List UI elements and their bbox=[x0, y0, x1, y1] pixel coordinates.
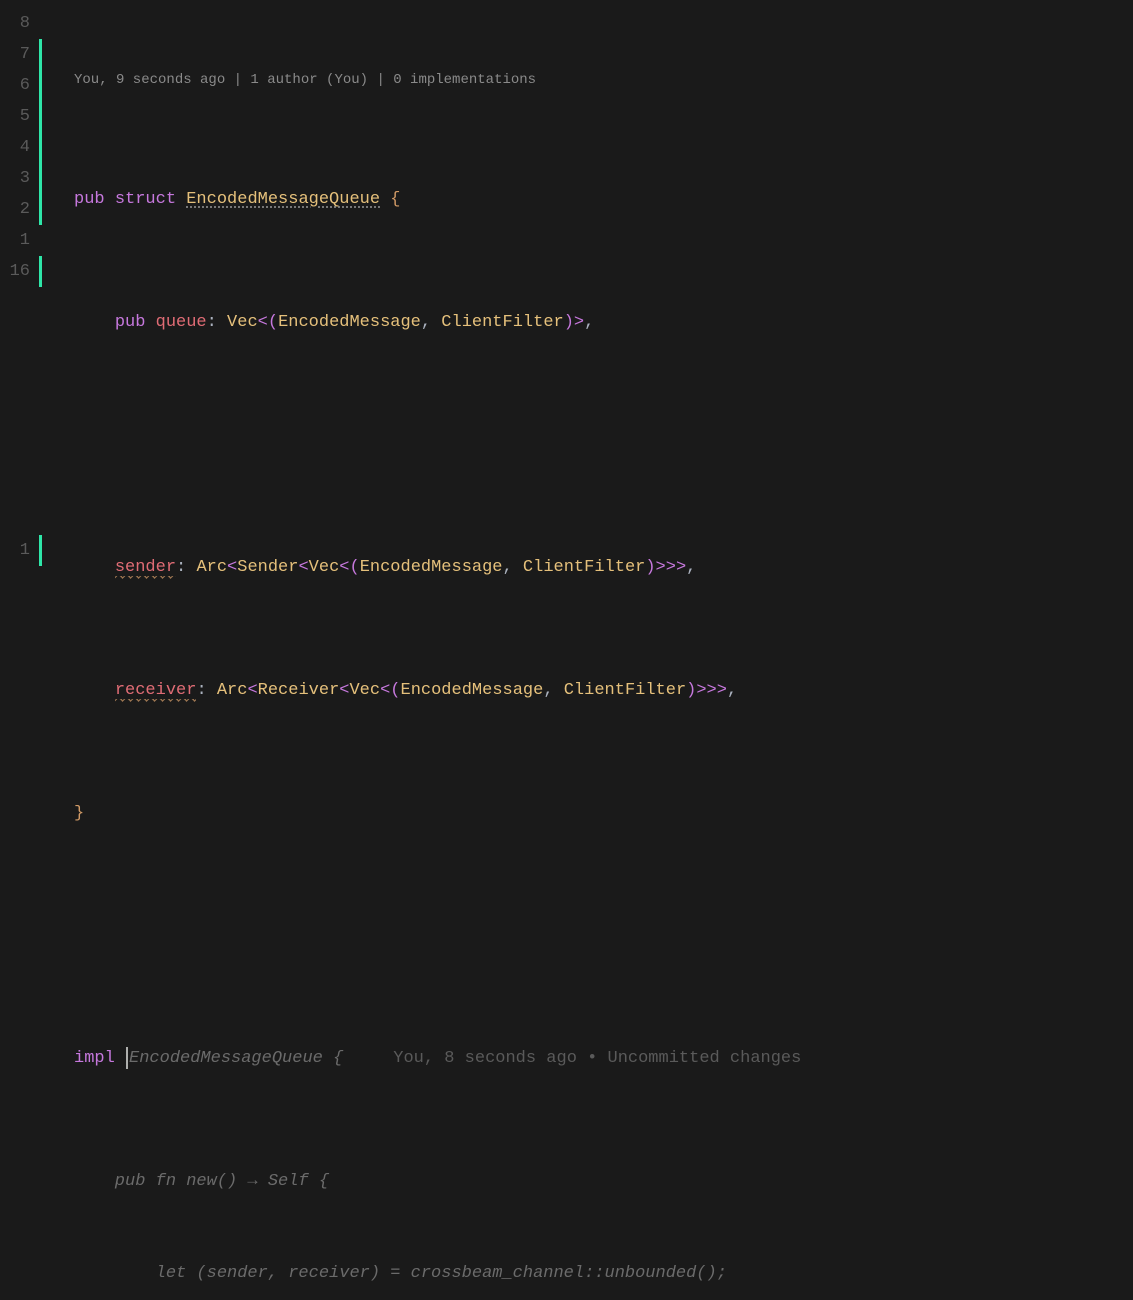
comma: , bbox=[727, 681, 737, 700]
marker-added bbox=[39, 101, 42, 132]
line-number bbox=[0, 349, 38, 380]
field-name: receiver bbox=[115, 681, 197, 702]
angle-open: <( bbox=[258, 313, 278, 332]
angle: < bbox=[247, 681, 257, 700]
code-line[interactable]: } bbox=[74, 798, 1133, 829]
type: ClientFilter bbox=[564, 681, 686, 700]
code-line[interactable] bbox=[74, 921, 1133, 952]
type: Receiver bbox=[258, 681, 340, 700]
line-number: 16 bbox=[0, 256, 38, 287]
paren: ) bbox=[686, 681, 696, 700]
code-line[interactable]: pub struct EncodedMessageQueue { bbox=[74, 184, 1133, 215]
code-area[interactable]: You, 9 seconds ago | 1 author (You) | 0 … bbox=[44, 0, 1133, 650]
comma: , bbox=[543, 681, 563, 700]
type: ClientFilter bbox=[441, 313, 563, 332]
marker-added bbox=[39, 132, 42, 163]
code-line[interactable]: sender: Arc<Sender<Vec<(EncodedMessage, … bbox=[74, 552, 1133, 583]
keyword-struct: struct bbox=[115, 190, 176, 209]
field-name: queue bbox=[156, 313, 207, 332]
line-number bbox=[0, 442, 38, 473]
keyword-pub: pub bbox=[115, 313, 146, 332]
line-number: 1 bbox=[0, 535, 38, 566]
marker bbox=[39, 287, 42, 318]
ghost-line: pub fn new() → Self { bbox=[74, 1166, 1133, 1197]
marker bbox=[39, 473, 42, 504]
line-number: 7 bbox=[0, 39, 38, 70]
line-number bbox=[0, 504, 38, 535]
line-number bbox=[0, 411, 38, 442]
line-number bbox=[0, 473, 38, 504]
line-number: 3 bbox=[0, 163, 38, 194]
type: Vec bbox=[349, 681, 380, 700]
angle-close: >>> bbox=[696, 681, 727, 700]
code-line[interactable]: receiver: Arc<Receiver<Vec<(EncodedMessa… bbox=[74, 675, 1133, 706]
type: EncodedMessage bbox=[360, 558, 503, 577]
ghost-text: EncodedMessageQueue { bbox=[129, 1049, 343, 1068]
colon: : bbox=[176, 558, 196, 577]
line-number: 4 bbox=[0, 132, 38, 163]
marker bbox=[39, 225, 42, 256]
type: EncodedMessage bbox=[401, 681, 544, 700]
marker bbox=[39, 380, 42, 411]
line-number: 5 bbox=[0, 101, 38, 132]
type: ClientFilter bbox=[523, 558, 645, 577]
angle: < bbox=[339, 681, 349, 700]
marker bbox=[39, 411, 42, 442]
colon: : bbox=[207, 313, 227, 332]
marker-added bbox=[39, 194, 42, 225]
line-number: 6 bbox=[0, 70, 38, 101]
angle: < bbox=[227, 558, 237, 577]
angle-open: <( bbox=[339, 558, 359, 577]
marker-added bbox=[39, 163, 42, 194]
keyword-pub: pub bbox=[74, 190, 105, 209]
marker bbox=[39, 349, 42, 380]
angle-open: <( bbox=[380, 681, 400, 700]
text-cursor bbox=[126, 1047, 128, 1069]
type: Vec bbox=[309, 558, 340, 577]
line-number bbox=[0, 318, 38, 349]
marker bbox=[39, 504, 42, 535]
inline-blame: You, 8 seconds ago • Uncommitted changes bbox=[343, 1049, 801, 1068]
marker-added bbox=[39, 70, 42, 101]
type: EncodedMessage bbox=[278, 313, 421, 332]
type: Vec bbox=[227, 313, 258, 332]
marker bbox=[39, 8, 42, 39]
paren: ) bbox=[645, 558, 655, 577]
codelens[interactable]: You, 9 seconds ago | 1 author (You) | 0 … bbox=[74, 69, 1133, 92]
line-number-gutter: 8 7 6 5 4 3 2 1 16 1 bbox=[0, 0, 38, 650]
line-number: 8 bbox=[0, 8, 38, 39]
angle: < bbox=[298, 558, 308, 577]
type: Arc bbox=[196, 558, 227, 577]
marker-added bbox=[39, 535, 42, 566]
ghost-line: let (sender, receiver) = crossbeam_chann… bbox=[74, 1258, 1133, 1289]
code-line[interactable]: impl EncodedMessageQueue {You, 8 seconds… bbox=[74, 1043, 1133, 1074]
code-editor[interactable]: 8 7 6 5 4 3 2 1 16 1 bbox=[0, 0, 1133, 650]
marker bbox=[39, 442, 42, 473]
marker bbox=[39, 318, 42, 349]
angle-close: >>> bbox=[656, 558, 687, 577]
comma: , bbox=[584, 313, 594, 332]
field-name: sender bbox=[115, 558, 176, 579]
line-number: 1 bbox=[0, 225, 38, 256]
comma: , bbox=[421, 313, 441, 332]
code-line[interactable] bbox=[74, 430, 1133, 461]
type-name: EncodedMessageQueue bbox=[186, 190, 380, 209]
type: Arc bbox=[217, 681, 248, 700]
marker-added bbox=[39, 39, 42, 70]
comma: , bbox=[686, 558, 696, 577]
type: Sender bbox=[237, 558, 298, 577]
code-line[interactable]: pub queue: Vec<(EncodedMessage, ClientFi… bbox=[74, 307, 1133, 338]
brace: { bbox=[390, 190, 400, 209]
marker-added bbox=[39, 256, 42, 287]
angle-close: )> bbox=[564, 313, 584, 332]
keyword-impl: impl bbox=[74, 1049, 125, 1068]
line-number bbox=[0, 287, 38, 318]
line-number bbox=[0, 380, 38, 411]
line-number: 2 bbox=[0, 194, 38, 225]
brace: } bbox=[74, 804, 84, 823]
colon: : bbox=[196, 681, 216, 700]
comma: , bbox=[503, 558, 523, 577]
